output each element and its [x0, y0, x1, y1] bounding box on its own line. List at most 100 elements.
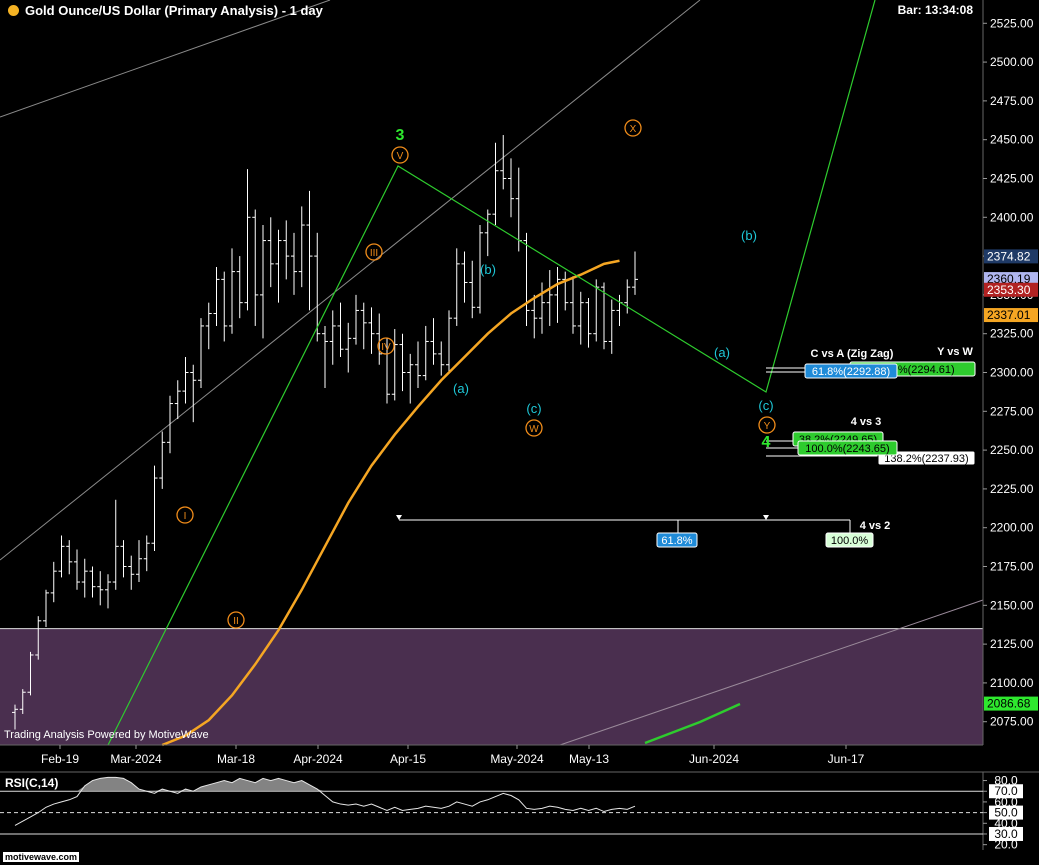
- price-bar: [229, 248, 235, 334]
- wave-label-c1: (c): [526, 401, 541, 416]
- price-bar: [577, 291, 584, 345]
- fib-title-4-vs-2: 4 vs 2: [860, 520, 891, 532]
- price-bar: [368, 307, 375, 354]
- price-bar: [136, 540, 142, 583]
- powered-by-text: Trading Analysis Powered by MotiveWave: [4, 729, 209, 741]
- price-axis-label: 2325.00: [990, 327, 1034, 341]
- price-bar: [205, 302, 212, 350]
- price-bar: [585, 298, 592, 348]
- motivewave-logo: motivewave.com: [3, 852, 80, 862]
- price-bar: [50, 561, 57, 603]
- price-bar: [143, 535, 150, 572]
- price-axis-label: 2500.00: [990, 55, 1034, 69]
- price-axis-label: 2200.00: [990, 521, 1034, 535]
- price-bar: [260, 225, 266, 339]
- price-bar: [446, 310, 452, 373]
- price-bar: [167, 395, 173, 454]
- time-axis-label: Mar-18: [217, 752, 255, 766]
- price-bar: [632, 251, 638, 295]
- time-axis-label: Jun-17: [828, 752, 865, 766]
- price-axis-label: 2450.00: [990, 133, 1034, 147]
- price-bar: [484, 209, 491, 257]
- price-bar: [453, 248, 460, 326]
- price-axis-label: 2075.00: [990, 715, 1034, 729]
- price-bar: [337, 302, 344, 357]
- price-bar: [298, 206, 305, 288]
- price-bar: [322, 325, 328, 389]
- fib-anchor-left-icon: [396, 515, 402, 520]
- fib-label-cva-618: 61.8%(2292.88): [812, 366, 890, 378]
- wave-label-ii: II: [233, 616, 239, 627]
- price-bar: [221, 271, 228, 342]
- price-bar: [461, 251, 468, 303]
- price-bar: [291, 232, 297, 295]
- price-bar: [539, 282, 545, 334]
- price-bar: [391, 329, 398, 401]
- price-bar: [399, 333, 406, 392]
- price-bar: [74, 549, 80, 590]
- wave-label-4: 4: [762, 434, 771, 451]
- price-bar: [174, 380, 181, 420]
- price-axis-label: 2225.00: [990, 482, 1034, 496]
- price-tag: 2337.01: [987, 308, 1031, 322]
- time-axis-label: May-13: [569, 752, 609, 766]
- price-axis-label: 2175.00: [990, 560, 1034, 574]
- wave-label-a2: (a): [714, 345, 730, 360]
- wave-label-a1: (a): [453, 381, 469, 396]
- wave-label-w: W: [529, 424, 539, 435]
- rsi-axis-label: 80.0: [994, 774, 1018, 788]
- time-axis-label: May-2024: [490, 752, 544, 766]
- price-axis-label: 2300.00: [990, 366, 1034, 380]
- price-bar: [546, 270, 553, 326]
- price-bar: [213, 266, 220, 326]
- bar-timer: Bar: 13:34:08: [897, 3, 973, 17]
- fib-title-c-vs-a: C vs A (Zig Zag): [811, 348, 894, 360]
- wave-label-i: I: [184, 511, 187, 522]
- rsi-panel-title: RSI(C,14): [5, 776, 59, 790]
- price-bar: [89, 566, 96, 598]
- wave-label-c2: (c): [758, 398, 773, 413]
- wave-label-v: V: [397, 151, 404, 162]
- price-bar: [500, 135, 507, 190]
- price-bar: [554, 266, 561, 323]
- fib-label-100: 100.0%(2243.65): [805, 443, 889, 455]
- wave-label-b2: (b): [741, 228, 757, 243]
- mid-channel-line: [0, 0, 701, 561]
- price-bar: [415, 341, 421, 389]
- price-bar: [353, 294, 359, 345]
- fib-anchor-right-icon: [763, 515, 769, 520]
- price-bar: [360, 302, 367, 350]
- price-bar: [252, 209, 259, 326]
- price-bar: [345, 322, 352, 373]
- time-axis-label: Apr-2024: [293, 752, 343, 766]
- price-axis-label: 2475.00: [990, 94, 1034, 108]
- price-bar: [267, 217, 274, 288]
- price-bar: [190, 364, 197, 423]
- price-bar: [570, 276, 576, 334]
- fib-label-1382: 138.2%(2237.93): [884, 453, 968, 465]
- time-axis-label: Jun-2024: [689, 752, 739, 766]
- wave-label-x: X: [630, 124, 637, 135]
- price-axis-label: 2400.00: [990, 210, 1034, 224]
- price-bar: [182, 356, 189, 404]
- price-bar: [508, 158, 514, 218]
- price-tag: 2353.30: [987, 283, 1031, 297]
- price-bar: [562, 271, 569, 311]
- price-bar: [159, 431, 166, 489]
- chart-header: Gold Ounce/US Dollar (Primary Analysis) …: [8, 3, 323, 18]
- price-bar: [151, 465, 158, 551]
- price-tag: 2086.68: [987, 697, 1031, 711]
- price-axis-label: 2150.00: [990, 598, 1034, 612]
- price-bar: [469, 260, 476, 319]
- wave-label-iii: III: [370, 248, 378, 259]
- price-bar: [198, 318, 204, 389]
- price-bar: [66, 540, 73, 575]
- price-bar: [58, 535, 65, 578]
- price-bar: [329, 310, 336, 365]
- chart-title: Gold Ounce/US Dollar (Primary Analysis) …: [25, 3, 323, 18]
- price-bar: [81, 558, 88, 598]
- support-zone: [0, 628, 983, 745]
- price-bar: [43, 589, 49, 628]
- price-axis-label: 2250.00: [990, 443, 1034, 457]
- price-bar: [306, 190, 313, 311]
